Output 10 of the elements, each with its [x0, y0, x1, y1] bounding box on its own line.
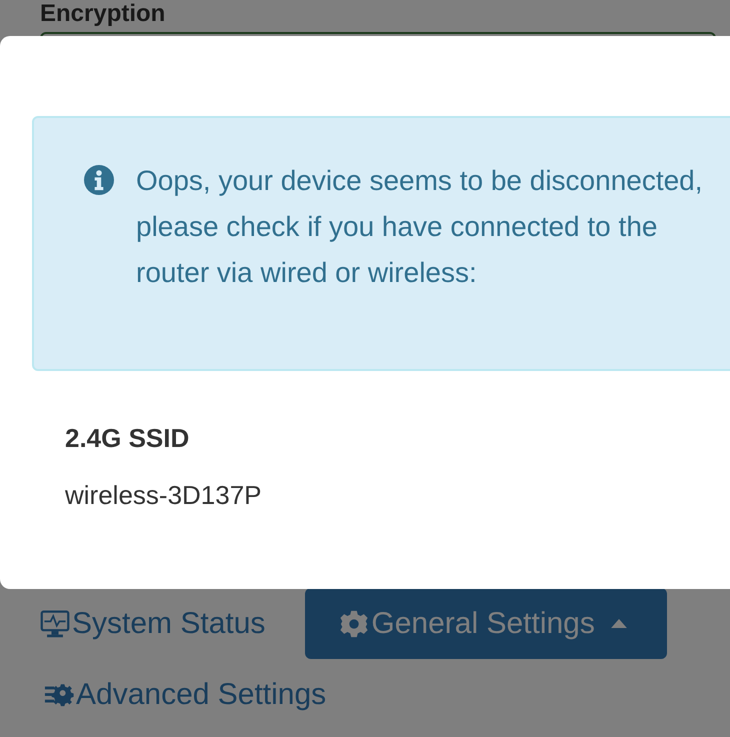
ssid-value: wireless-3D137P	[65, 480, 263, 511]
nav-item[interactable]: System Status	[40, 588, 306, 659]
alert-message: Oops, your device seems to be disconnected, please check if you have connected to the router via wired or wireless:	[136, 164, 704, 290]
nav-item[interactable]: Advanced Settings	[40, 667, 730, 723]
gear-icon	[339, 608, 370, 638]
field-label: Encryption	[40, 0, 166, 28]
nav-item[interactable]: General Settings	[305, 588, 667, 659]
ssid-label: 2.4G SSID	[65, 423, 190, 454]
info-icon	[84, 165, 114, 195]
monitor-icon	[40, 608, 70, 638]
